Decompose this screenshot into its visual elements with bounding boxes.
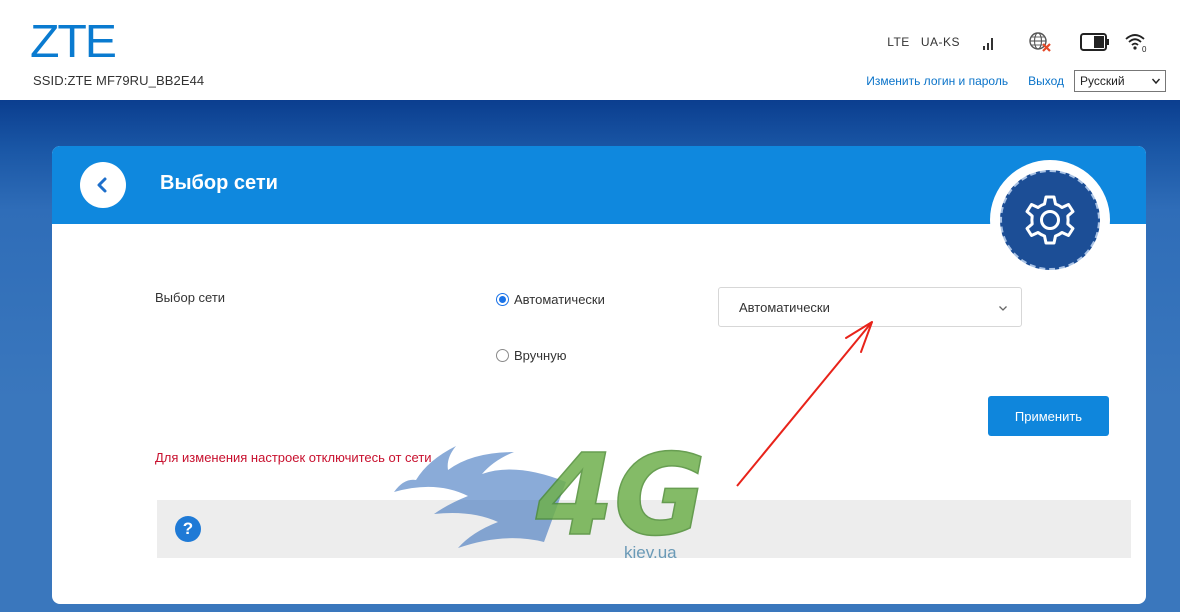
radio-automatic-button[interactable]: [496, 293, 509, 306]
change-login-password-link[interactable]: Изменить логин и пароль: [866, 74, 1008, 88]
settings-badge-inner: [1000, 170, 1100, 270]
network-mode-select-value: Автоматически: [739, 299, 830, 315]
chevron-down-icon: [999, 306, 1007, 311]
chevron-left-icon: [97, 177, 107, 193]
network-mode-select[interactable]: Автоматически: [718, 287, 1022, 327]
network-type-label: LTE: [887, 35, 910, 49]
zte-logo[interactable]: ZTE: [30, 18, 117, 64]
card-header: Выбор сети: [52, 146, 1146, 224]
chevron-down-icon: [1151, 78, 1161, 85]
page-title: Выбор сети: [160, 172, 278, 194]
top-header: ZTE SSID:ZTE MF79RU_BB2E44 LTE UA-KS 0 И…: [0, 0, 1180, 100]
radio-automatic-label: Автоматически: [514, 292, 605, 307]
radio-manual-label: Вручную: [514, 348, 567, 363]
back-button[interactable]: [80, 162, 126, 208]
header-links: Изменить логин и пароль Выход Русский: [866, 70, 1166, 92]
network-selection-label: Выбор сети: [155, 290, 226, 305]
gear-icon: [1025, 195, 1075, 245]
language-select-value: Русский: [1080, 74, 1125, 88]
logout-link[interactable]: Выход: [1028, 74, 1064, 88]
internet-disconnected-icon: [1029, 32, 1051, 52]
settings-badge: [990, 160, 1110, 280]
signal-strength-icon: [983, 38, 993, 50]
ssid-label: SSID:ZTE MF79RU_BB2E44: [33, 73, 205, 88]
operator-label: UA-KS: [920, 35, 960, 49]
help-icon[interactable]: ?: [175, 516, 201, 542]
status-bar: LTE UA-KS 0: [887, 28, 1150, 56]
radio-manual-button[interactable]: [496, 349, 509, 362]
4g-logo-text: 4G: [535, 431, 706, 561]
battery-icon: [1080, 33, 1109, 51]
wifi-clients-count: 0: [1142, 45, 1147, 53]
apply-button[interactable]: Применить: [988, 396, 1109, 436]
watermark-site-text: kiev.ua: [624, 543, 677, 562]
language-select[interactable]: Русский: [1074, 70, 1166, 92]
wifi-icon: 0: [1125, 34, 1147, 53]
radio-automatic[interactable]: Автоматически: [496, 292, 605, 307]
radio-manual[interactable]: Вручную: [496, 348, 566, 363]
